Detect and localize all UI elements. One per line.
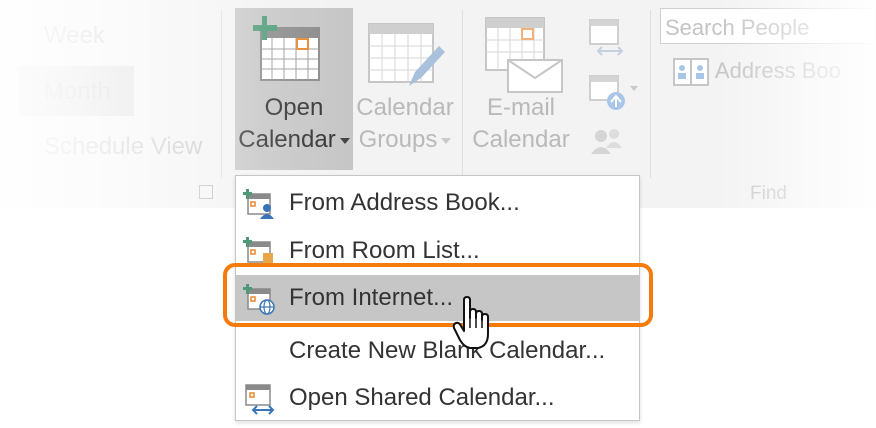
address-book-icon [673,58,709,86]
group-separator [221,10,222,178]
email-calendar-line2: Calendar [472,126,570,153]
publish-calendar-button[interactable] [588,72,640,112]
view-week-button[interactable]: Week [44,22,105,50]
view-schedule-label: Schedule View [44,133,203,160]
search-people-placeholder: Search People [665,15,810,40]
publish-calendar-icon [589,75,638,110]
highlight-ring [223,263,653,327]
address-book-label: Address Boo [714,57,841,83]
calendar-groups-line2: Groups [358,126,438,153]
menu-item-from-address-book[interactable]: From Address Book... [236,180,639,226]
people-share-icon [591,129,622,154]
calendar-groups-button[interactable]: Calendar Groups [355,8,455,170]
menu-item-label: From Address Book... [289,189,520,216]
chevron-down-icon [441,137,452,144]
chevron-down-icon [339,137,350,144]
hand-cursor-icon [452,296,489,349]
menu-item-label: Open Shared Calendar... [289,384,555,411]
group-separator [462,10,463,178]
group-separator [650,10,651,178]
people-share-button[interactable] [588,124,628,164]
view-month-label: Month [44,78,111,105]
calendar-person-icon [243,189,274,219]
calendar-edit-icon [368,23,445,86]
menu-item-label: From Room List... [289,237,480,264]
menu-item-open-shared-calendar[interactable]: Open Shared Calendar... [236,375,639,421]
menu-item-label: Create New Blank Calendar... [289,337,606,364]
calendar-add-icon [253,16,320,81]
email-calendar-line1: E-mail [486,94,555,121]
search-people-input[interactable]: Search People [660,8,876,44]
view-schedule-button[interactable]: Schedule View [44,133,202,161]
dialog-launcher-icon[interactable] [199,185,213,199]
email-calendar-button[interactable]: E-mail Calendar [470,8,572,170]
calendar-groups-line1: Calendar [356,94,454,121]
open-calendar-line2: Calendar [238,126,336,153]
find-group-label: Find [750,183,787,204]
menu-item-create-new-blank-calendar[interactable]: Create New Blank Calendar... [236,328,639,374]
open-calendar-line1: Open [264,94,324,121]
open-calendar-button[interactable]: Open Calendar [235,8,353,170]
calendar-email-icon [485,17,563,93]
view-week-label: Week [44,22,105,49]
share-calendar-icon [589,19,624,56]
view-month-button[interactable]: Month [44,78,111,106]
calendar-shared-icon [245,384,275,415]
address-book-button[interactable]: Address Boo [672,56,841,88]
share-calendar-button[interactable] [588,18,628,58]
